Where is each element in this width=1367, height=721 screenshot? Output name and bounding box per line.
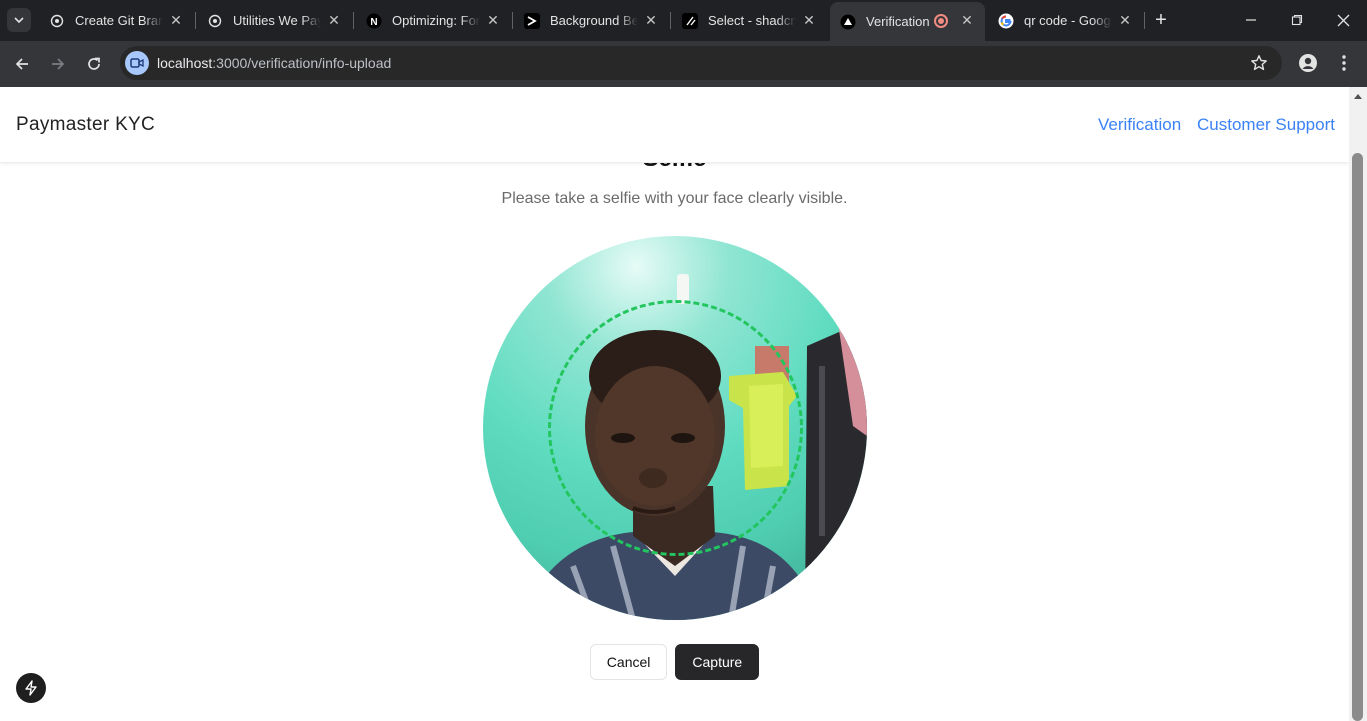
nav-link-verification[interactable]: Verification	[1098, 115, 1181, 135]
selfie-actions: Cancel Capture	[0, 644, 1349, 680]
url-path: :3000/verification/info-upload	[212, 55, 392, 71]
address-bar[interactable]: localhost:3000/verification/info-upload	[120, 46, 1282, 80]
url-text[interactable]: localhost:3000/verification/info-upload	[157, 55, 391, 71]
new-tab-button[interactable]: +	[1150, 9, 1172, 31]
tab-title: Utilities We Pay For	[233, 13, 321, 28]
dev-tools-button[interactable]	[16, 673, 46, 703]
more-vertical-icon	[1342, 55, 1346, 71]
face-guide-circle	[548, 300, 803, 556]
close-icon	[1337, 14, 1349, 26]
tab-title: qr code - Google Search	[1024, 13, 1112, 28]
browser-menu-button[interactable]	[1334, 51, 1354, 75]
close-tab-icon[interactable]: ✕	[959, 12, 975, 28]
nextjs-icon: N	[366, 13, 382, 29]
back-button[interactable]	[9, 51, 35, 77]
bookmark-star-icon[interactable]	[1250, 54, 1268, 72]
svg-text:N: N	[370, 17, 377, 28]
brand-logo-text[interactable]: Paymaster KYC	[16, 114, 155, 136]
tab-title: Background Beams	[550, 13, 638, 28]
app-header: Paymaster KYC Verification Customer Supp…	[0, 87, 1349, 163]
close-tab-icon[interactable]: ✕	[326, 12, 342, 28]
nav-link-customer-support[interactable]: Customer Support	[1197, 115, 1335, 135]
minimize-icon	[1246, 19, 1256, 21]
scrollbar-thumb[interactable]	[1352, 153, 1363, 721]
reload-button[interactable]	[81, 51, 107, 77]
lightning-bolt-icon	[25, 680, 37, 696]
openai-icon	[207, 13, 223, 29]
arrow-left-icon	[15, 58, 28, 70]
tab-utilities[interactable]: Utilities We Pay For ✕	[197, 6, 352, 35]
restore-button[interactable]	[1274, 6, 1320, 34]
profile-icon	[1299, 54, 1317, 72]
scroll-up-arrow-icon[interactable]	[1349, 87, 1367, 104]
browser-toolbar: localhost:3000/verification/info-upload	[0, 41, 1367, 87]
tab-title: Select - shadcn/ui	[708, 13, 796, 28]
tab-select-shadcn[interactable]: Select - shadcn/ui ✕	[672, 6, 827, 35]
forward-button[interactable]	[45, 51, 71, 77]
tab-optimizing-fonts[interactable]: N Optimizing: Fonts ✕	[356, 6, 511, 35]
tab-verification[interactable]: Verification ✕	[830, 2, 985, 41]
cancel-button[interactable]: Cancel	[589, 644, 668, 680]
aceternity-icon	[524, 12, 540, 29]
tab-search-button[interactable]	[7, 8, 31, 32]
tab-qr-code-google[interactable]: qr code - Google Search ✕	[988, 6, 1143, 35]
browser-tab-strip: Create Git Branch ✕ Utilities We Pay For…	[0, 0, 1367, 41]
minimize-button[interactable]	[1228, 6, 1274, 34]
capture-button[interactable]: Capture	[675, 644, 760, 680]
reload-icon	[88, 57, 100, 70]
tab-divider	[670, 12, 671, 29]
close-tab-icon[interactable]: ✕	[485, 12, 501, 28]
close-tab-icon[interactable]: ✕	[643, 12, 659, 28]
vertical-scrollbar[interactable]	[1349, 87, 1367, 721]
chevron-down-icon	[14, 17, 24, 24]
recording-indicator-icon	[934, 14, 948, 28]
camera-in-use-icon[interactable]	[125, 51, 149, 75]
page-viewport: Selfie Please take a selfie with your fa…	[0, 87, 1367, 721]
tab-title: Create Git Branch	[75, 13, 163, 28]
close-tab-icon[interactable]: ✕	[168, 12, 184, 28]
close-window-button[interactable]	[1320, 6, 1366, 34]
openai-icon	[49, 13, 65, 29]
tab-divider	[1144, 12, 1145, 29]
restore-icon	[1291, 14, 1303, 26]
tab-divider	[195, 12, 196, 29]
arrow-right-icon	[52, 58, 65, 70]
close-tab-icon[interactable]: ✕	[801, 12, 817, 28]
url-host: localhost	[157, 55, 213, 71]
tab-divider	[512, 12, 513, 29]
selfie-instructions: Please take a selfie with your face clea…	[501, 190, 848, 207]
tab-title: Optimizing: Fonts	[392, 13, 480, 28]
close-tab-icon[interactable]: ✕	[1117, 12, 1133, 28]
tab-background-beams[interactable]: Background Beams ✕	[514, 6, 669, 35]
tab-divider	[353, 12, 354, 29]
shadcn-icon	[682, 12, 698, 29]
vercel-triangle-icon	[840, 14, 856, 30]
google-icon	[998, 13, 1014, 29]
profile-button[interactable]	[1296, 51, 1320, 75]
tab-create-git-branch[interactable]: Create Git Branch ✕	[39, 6, 194, 35]
